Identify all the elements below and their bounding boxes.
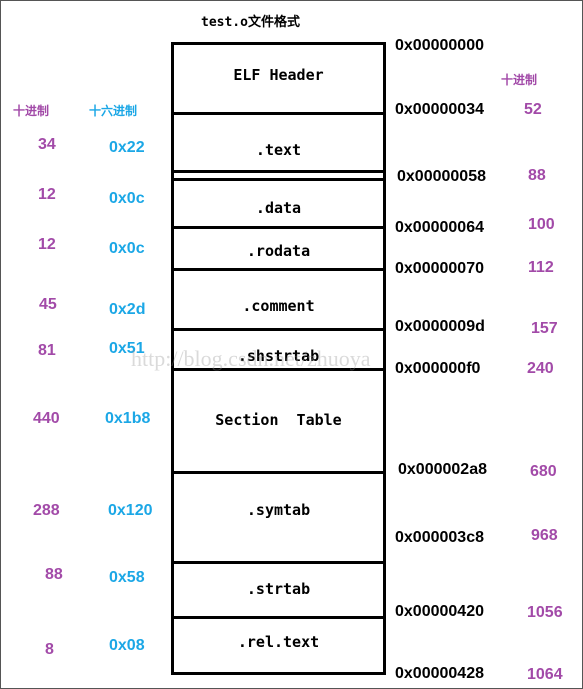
size-decimal: 34	[38, 136, 56, 153]
offset-decimal: 100	[528, 216, 555, 233]
right-decimal-header: 十进制	[501, 73, 538, 87]
section-strtab: .strtab	[246, 580, 311, 598]
offset-decimal: 88	[528, 167, 546, 184]
offset-decimal: 680	[530, 463, 557, 480]
divider	[172, 112, 386, 115]
offset-decimal: 240	[527, 360, 554, 377]
divider	[172, 328, 386, 331]
size-hex: 0x120	[108, 502, 153, 519]
offset-decimal: 1056	[527, 604, 563, 621]
size-hex: 0x08	[109, 637, 145, 654]
section-data: .data	[255, 199, 302, 217]
size-hex: 0x22	[109, 139, 145, 156]
size-hex: 0x1b8	[105, 410, 151, 427]
size-decimal: 12	[38, 236, 56, 253]
diagram-title: test.o文件格式	[201, 15, 300, 30]
size-hex: 0x0c	[109, 190, 145, 207]
divider	[172, 471, 386, 474]
size-decimal: 288	[33, 502, 60, 519]
section-rel-text: .rel.text	[237, 633, 320, 651]
section-rodata: .rodata	[246, 242, 311, 260]
offset-hex: 0x000003c8	[395, 529, 484, 546]
offset-decimal: 1064	[527, 666, 563, 683]
offset-hex: 0x000000f0	[395, 360, 481, 377]
offset-hex: 0x00000000	[395, 37, 484, 54]
offset-decimal: 157	[531, 320, 558, 337]
size-decimal: 440	[33, 410, 60, 427]
offset-decimal: 112	[528, 259, 554, 276]
size-hex: 0x2d	[109, 301, 146, 318]
divider	[172, 616, 386, 619]
divider	[172, 561, 386, 564]
offset-hex: 0x00000034	[395, 101, 484, 118]
elf-layout-diagram: test.o文件格式 十进制 十六进制 十进制 ELF Header .text…	[0, 0, 583, 689]
offset-hex: 0x00000070	[395, 260, 484, 277]
left-hex-header: 十六进制	[89, 104, 138, 118]
size-decimal: 81	[38, 342, 56, 359]
size-hex: 0x0c	[109, 240, 145, 257]
divider	[172, 170, 386, 173]
size-decimal: 88	[45, 566, 63, 583]
size-hex: 0x58	[109, 569, 145, 586]
offset-hex: 0x00000428	[395, 665, 484, 682]
left-decimal-header: 十进制	[13, 104, 50, 118]
offset-hex: 0x00000420	[395, 603, 484, 620]
size-decimal: 45	[39, 296, 57, 313]
offset-decimal: 52	[524, 101, 542, 118]
section-symtab: .symtab	[246, 501, 311, 519]
divider	[172, 178, 386, 181]
box-border	[172, 672, 386, 675]
offset-hex: 0x0000009d	[395, 318, 485, 335]
offset-hex: 0x00000058	[397, 168, 486, 185]
offset-hex: 0x000002a8	[398, 461, 487, 478]
offset-hex: 0x00000064	[395, 219, 484, 236]
watermark: http://blog.csdn.net/zhuoya	[131, 346, 371, 371]
section-table: Section Table	[215, 411, 342, 429]
section-comment: .comment	[242, 297, 315, 315]
box-border	[172, 42, 386, 45]
offset-decimal: 968	[531, 527, 558, 544]
section-text: .text	[255, 141, 302, 159]
divider	[172, 226, 386, 229]
divider	[172, 268, 386, 271]
section-elf-header: ELF Header	[233, 66, 324, 84]
size-decimal: 12	[38, 186, 56, 203]
size-decimal: 8	[45, 641, 54, 658]
